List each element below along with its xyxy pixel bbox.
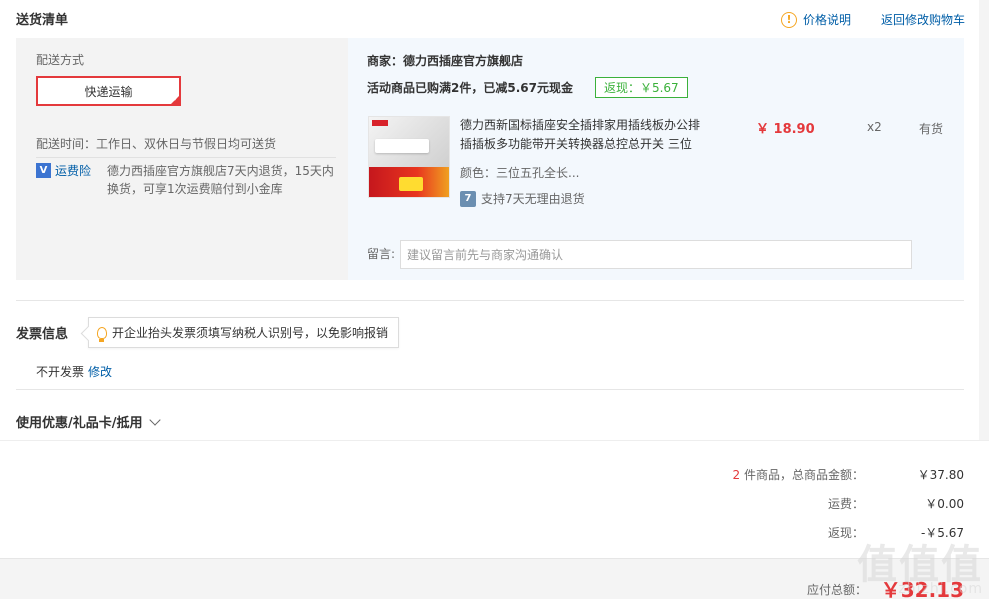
check-icon: ✓: [173, 95, 179, 103]
shipping-insurance-link[interactable]: 运费险: [55, 162, 107, 198]
right-gutter: [979, 0, 989, 440]
product-color: 颜色：三位五孔全长...: [460, 166, 580, 180]
shipping-fee: ￥0.00: [925, 497, 964, 511]
invoice-status: 不开发票 修改: [36, 363, 112, 380]
coupon-toggle[interactable]: 使用优惠/礼品卡/抵用: [16, 412, 161, 431]
shipping-label: 运费：: [827, 497, 864, 511]
product-price: ￥ 18.90: [756, 122, 815, 137]
return-policy: 7 支持7天无理由退货: [460, 190, 585, 207]
shipping-insurance: V 运费险 德力西插座官方旗舰店7天内退货，15天内换货，可享1次运费赔付到小金…: [36, 162, 339, 198]
cashback-label: 返现：: [827, 526, 864, 540]
summary-cashback-row: 返现： -￥5.67: [664, 524, 964, 541]
product-title-link[interactable]: 德力西新国标插座安全插排家用插线板办公排插插板多功能带开关转换器总控总开关 三位: [460, 116, 710, 154]
return-policy-text: 支持7天无理由退货: [481, 192, 585, 206]
delivery-panel: 配送方式 快递运输 ✓ 配送时间：工作日、双休日与节假日均可送货 V 运费险 德…: [16, 38, 964, 280]
items-total: ￥37.80: [917, 468, 964, 482]
page-title: 送货清单: [16, 13, 69, 28]
invoice-title: 发票信息: [16, 327, 69, 342]
shield-icon: V: [36, 163, 51, 178]
summary-items-row: 2 件商品，总商品金额： ￥37.80: [664, 466, 964, 483]
total-label: 应付总额：: [806, 583, 867, 597]
warning-icon: !: [780, 11, 797, 28]
summary-shipping-row: 运费： ￥0.00: [664, 495, 964, 512]
back-to-cart-link[interactable]: 返回修改购物车: [881, 11, 965, 28]
shop-name: 商家：德力西插座官方旗舰店: [367, 54, 524, 68]
total-bar: 应付总额： ￥32.13: [0, 558, 989, 599]
items-label-text: 件商品，总商品金额：: [740, 468, 864, 482]
invoice-tooltip: 开企业抬头发票须填写纳税人识别号，以免影响报销: [88, 317, 400, 348]
invoice-status-text: 不开发票: [36, 365, 85, 379]
product-quantity: x2: [867, 120, 882, 134]
power-strip-icon: [375, 139, 429, 153]
header-links: ! 价格说明 返回修改购物车: [780, 11, 965, 28]
items-label: 2 件商品，总商品金额：: [664, 466, 864, 483]
stock-status: 有货: [919, 122, 944, 136]
shipping-insurance-desc: 德力西插座官方旗舰店7天内退货，15天内换货，可享1次运费赔付到小金库: [107, 164, 334, 196]
shipping-method-label: 配送方式: [36, 53, 85, 67]
seven-day-return-icon: 7: [460, 190, 476, 207]
cashback-value: -￥5.67: [920, 526, 964, 540]
invoice-tip-text: 开企业抬头发票须填写纳税人识别号，以免影响报销: [112, 326, 389, 340]
shipping-method-express-button[interactable]: 快递运输 ✓: [36, 76, 181, 106]
divider: [36, 157, 336, 158]
price-help-label: 价格说明: [802, 13, 851, 27]
invoice-edit-link[interactable]: 修改: [88, 363, 112, 380]
chevron-down-icon: [148, 413, 161, 426]
total-amount: ￥32.13: [880, 578, 964, 599]
order-summary: 2 件商品，总商品金额： ￥37.80 运费： ￥0.00 返现： -￥5.67: [0, 440, 989, 558]
delivery-time: 配送时间：工作日、双休日与节假日均可送货: [36, 137, 277, 151]
divider: [16, 300, 964, 301]
promo-row: 活动商品已购满2件，已减5.67元现金 返现：￥5.67: [367, 77, 688, 98]
lightbulb-icon: [97, 326, 107, 342]
note-input[interactable]: [400, 240, 912, 269]
shipping-method-value: 快递运输: [84, 84, 133, 99]
promo-badge-icon: [399, 177, 423, 191]
price-help-link[interactable]: ! 价格说明: [780, 11, 851, 28]
promo-text: 活动商品已购满2件，已减5.67元现金: [367, 81, 573, 95]
shop-order-panel: 商家：德力西插座官方旗舰店 活动商品已购满2件，已减5.67元现金 返现：￥5.…: [348, 38, 964, 280]
divider: [16, 389, 964, 390]
product-thumbnail[interactable]: [368, 116, 450, 198]
cashback-badge: 返现：￥5.67: [594, 77, 688, 98]
note-label: 留言:: [367, 247, 396, 261]
coupon-label: 使用优惠/礼品卡/抵用: [16, 416, 143, 431]
shipping-options: 配送方式 快递运输 ✓ 配送时间：工作日、双休日与节假日均可送货 V 运费险 德…: [16, 38, 348, 280]
brand-logo-icon: [372, 120, 388, 126]
